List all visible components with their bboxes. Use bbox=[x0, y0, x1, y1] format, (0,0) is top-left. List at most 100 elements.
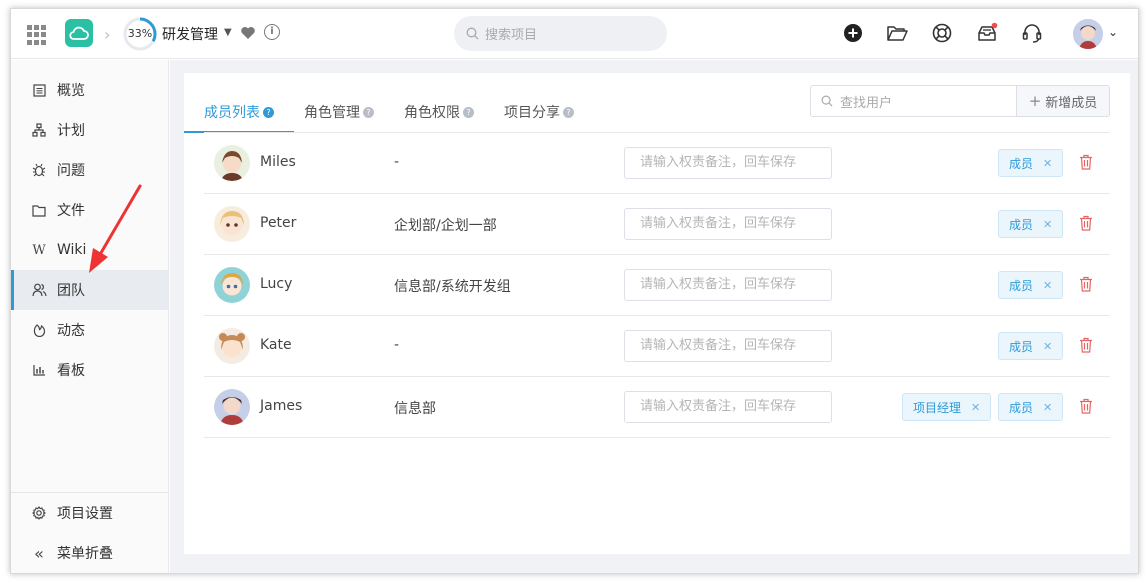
tab-role-permissions[interactable]: 角色权限? bbox=[404, 91, 474, 133]
lifebuoy-icon[interactable] bbox=[931, 22, 953, 44]
help-icon[interactable]: ? bbox=[263, 106, 274, 118]
role-tag: 成员 ✕ bbox=[998, 393, 1064, 421]
sidebar-item-files[interactable]: 文件 bbox=[11, 190, 168, 230]
project-settings-button[interactable]: 项目设置 bbox=[11, 493, 168, 533]
member-row: Peter 企划部/企划一部 请输入权责备注，回车保存 成员 ✕ bbox=[204, 194, 1110, 255]
folder-open-icon[interactable] bbox=[886, 22, 908, 44]
sidebar-item-overview[interactable]: 概览 bbox=[11, 70, 168, 110]
sidebar-item-issues[interactable]: 问题 bbox=[11, 150, 168, 190]
team-icon bbox=[31, 282, 47, 298]
trash-icon[interactable] bbox=[1079, 276, 1093, 292]
add-member-button[interactable]: + 新增成员 bbox=[1016, 85, 1110, 117]
sidebar-item-label: 计划 bbox=[57, 123, 85, 139]
role-tag-label: 成员 bbox=[1009, 339, 1034, 354]
collapse-menu-button[interactable]: « 菜单折叠 bbox=[11, 533, 168, 573]
role-tag-label: 成员 bbox=[1009, 156, 1034, 171]
overview-icon bbox=[31, 82, 47, 98]
member-name: James bbox=[260, 398, 303, 414]
info-icon[interactable]: i bbox=[264, 24, 280, 40]
member-name: Kate bbox=[260, 337, 292, 353]
avatar-image bbox=[1073, 19, 1103, 49]
sidebar-item-label: 看板 bbox=[57, 363, 85, 379]
tab-bar: 成员列表? 角色管理? 角色权限? 项目分享? bbox=[184, 91, 604, 133]
role-tag: 成员 ✕ bbox=[998, 149, 1064, 177]
activity-icon bbox=[31, 322, 47, 338]
sidebar-item-label: 问题 bbox=[57, 163, 85, 179]
plan-icon bbox=[31, 122, 47, 138]
help-icon[interactable]: ? bbox=[463, 106, 474, 118]
help-icon[interactable]: ? bbox=[363, 106, 374, 118]
close-icon[interactable]: ✕ bbox=[971, 401, 980, 414]
tab-label: 角色权限 bbox=[404, 105, 460, 121]
close-icon[interactable]: ✕ bbox=[1043, 340, 1052, 353]
tab-label: 成员列表 bbox=[204, 105, 260, 121]
top-bar: › 33% 研发管理 ▼ i 搜索项目 ⌄ bbox=[11, 9, 1138, 59]
search-icon bbox=[466, 27, 479, 40]
search-placeholder: 搜索项目 bbox=[485, 28, 538, 43]
help-icon[interactable]: ? bbox=[563, 106, 574, 118]
trash-icon[interactable] bbox=[1079, 337, 1093, 353]
inbox-notification-icon[interactable] bbox=[976, 22, 998, 44]
chart-icon bbox=[31, 362, 47, 378]
project-search[interactable]: 搜索项目 bbox=[454, 16, 667, 51]
add-circle-icon[interactable] bbox=[842, 22, 864, 44]
duty-note-input[interactable]: 请输入权责备注，回车保存 bbox=[624, 208, 832, 240]
sidebar-footer: 项目设置 « 菜单折叠 bbox=[11, 492, 168, 573]
find-user-placeholder: 查找用户 bbox=[840, 95, 893, 111]
role-tag: 项目经理 ✕ bbox=[902, 393, 992, 421]
duty-note-input[interactable]: 请输入权责备注，回车保存 bbox=[624, 269, 832, 301]
tab-label: 项目分享 bbox=[504, 105, 560, 121]
role-tag-label: 成员 bbox=[1009, 217, 1034, 232]
search-icon bbox=[821, 95, 833, 107]
headset-icon[interactable] bbox=[1021, 22, 1043, 44]
member-department: 信息部/系统开发组 bbox=[394, 279, 511, 295]
role-tag: 成员 ✕ bbox=[998, 271, 1064, 299]
role-tag-label: 成员 bbox=[1009, 278, 1034, 293]
bug-icon bbox=[31, 162, 47, 178]
trash-icon[interactable] bbox=[1079, 398, 1093, 414]
double-chevron-left-icon: « bbox=[34, 543, 44, 563]
avatar bbox=[214, 145, 250, 181]
trash-icon[interactable] bbox=[1079, 215, 1093, 231]
close-icon[interactable]: ✕ bbox=[1043, 401, 1052, 414]
tab-project-share[interactable]: 项目分享? bbox=[504, 91, 574, 133]
close-icon[interactable]: ✕ bbox=[1043, 218, 1052, 231]
role-tag-label: 成员 bbox=[1009, 400, 1034, 415]
find-user-input[interactable]: 查找用户 bbox=[810, 85, 1017, 117]
project-name[interactable]: 研发管理 bbox=[162, 24, 218, 44]
app-window: › 33% 研发管理 ▼ i 搜索项目 ⌄ 概览 计划 问题 文件 W Wiki… bbox=[10, 8, 1139, 574]
member-name: Peter bbox=[260, 215, 297, 231]
duty-note-input[interactable]: 请输入权责备注，回车保存 bbox=[624, 147, 832, 179]
trash-icon[interactable] bbox=[1079, 154, 1093, 170]
sidebar-item-wiki[interactable]: W Wiki bbox=[11, 230, 168, 270]
avatar bbox=[214, 328, 250, 364]
close-icon[interactable]: ✕ bbox=[1043, 279, 1052, 292]
apps-grid-icon[interactable] bbox=[27, 25, 47, 45]
sidebar-item-label: 团队 bbox=[57, 283, 85, 299]
tab-label: 角色管理 bbox=[304, 105, 360, 121]
chevron-right-icon: › bbox=[104, 25, 111, 44]
close-icon[interactable]: ✕ bbox=[1043, 157, 1052, 170]
duty-note-input[interactable]: 请输入权责备注，回车保存 bbox=[624, 330, 832, 362]
member-department: - bbox=[394, 154, 400, 170]
heart-icon[interactable] bbox=[240, 25, 256, 41]
app-logo[interactable] bbox=[65, 19, 93, 47]
role-tag: 成员 ✕ bbox=[998, 210, 1064, 238]
wiki-icon: W bbox=[32, 242, 46, 258]
sidebar-item-activity[interactable]: 动态 bbox=[11, 310, 168, 350]
tab-member-list[interactable]: 成员列表? bbox=[184, 91, 294, 133]
avatar bbox=[214, 206, 250, 242]
avatar bbox=[214, 267, 250, 303]
sidebar-item-board[interactable]: 看板 bbox=[11, 350, 168, 390]
project-settings-label: 项目设置 bbox=[57, 506, 113, 522]
sidebar-item-label: 概览 bbox=[57, 83, 85, 99]
member-row: Lucy 信息部/系统开发组 请输入权责备注，回车保存 成员 ✕ bbox=[204, 255, 1110, 316]
tab-role-management[interactable]: 角色管理? bbox=[304, 91, 374, 133]
sidebar-item-plan[interactable]: 计划 bbox=[11, 110, 168, 150]
member-department: - bbox=[394, 337, 400, 353]
caret-down-icon[interactable]: ▼ bbox=[224, 27, 232, 38]
user-avatar[interactable] bbox=[1073, 19, 1103, 49]
duty-note-input[interactable]: 请输入权责备注，回车保存 bbox=[624, 391, 832, 423]
sidebar-item-team[interactable]: 团队 bbox=[11, 270, 168, 310]
chevron-down-icon[interactable]: ⌄ bbox=[1108, 25, 1118, 39]
